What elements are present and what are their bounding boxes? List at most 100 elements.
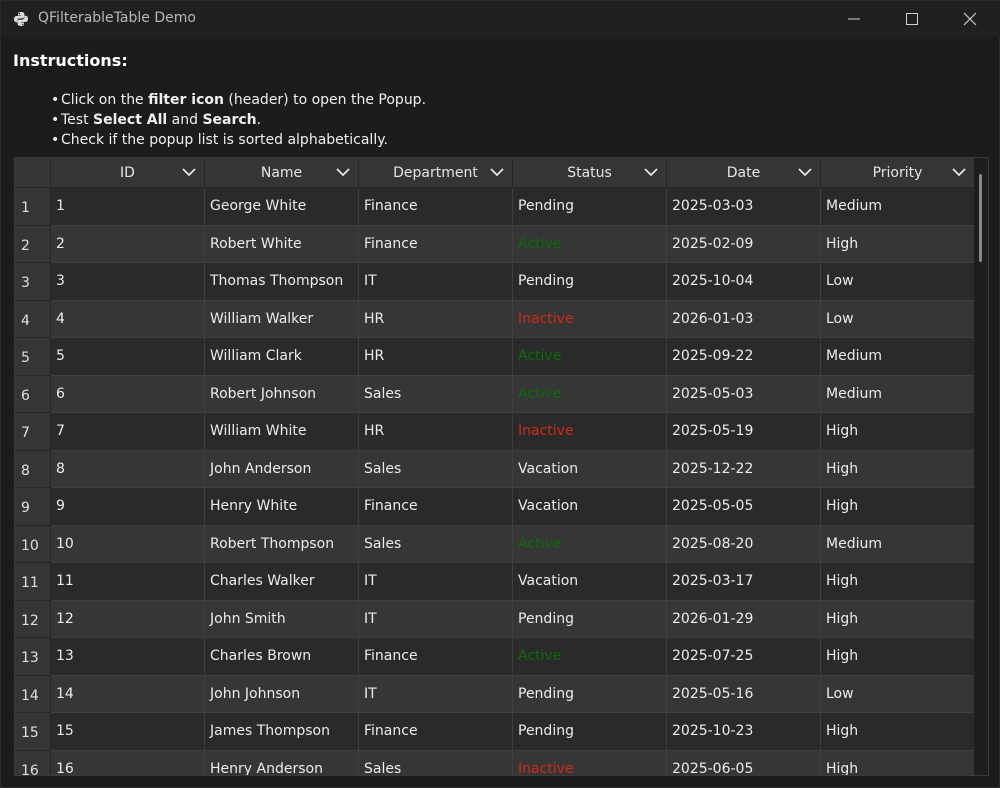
table-cell-dept[interactable]: Finance — [359, 488, 513, 526]
table-cell-id[interactable]: 9 — [51, 488, 205, 526]
row-header[interactable]: 16 — [15, 750, 51, 775]
table-cell-priority[interactable]: High — [821, 450, 975, 488]
table-row[interactable]: 15 15 James Thompson Finance Pending 2025-10-… — [15, 713, 975, 751]
table-row[interactable]: 4 4 William Walker HR Inactive 2026-01-03 Low — [15, 300, 975, 338]
table-cell-id[interactable]: 16 — [51, 750, 205, 775]
scrollbar-thumb[interactable] — [979, 174, 982, 262]
table-cell-status[interactable]: Pending — [513, 600, 667, 638]
table-cell-priority[interactable]: Low — [821, 300, 975, 338]
table-cell-date[interactable]: 2025-02-09 — [667, 225, 821, 263]
table-cell-id[interactable]: 5 — [51, 338, 205, 376]
table-cell-status[interactable]: Active — [513, 338, 667, 376]
table-row[interactable]: 11 11 Charles Walker IT Vacation 2025-03-17 Hi… — [15, 563, 975, 601]
row-header[interactable]: 7 — [15, 413, 51, 451]
table-cell-dept[interactable]: IT — [359, 600, 513, 638]
table-cell-id[interactable]: 10 — [51, 525, 205, 563]
table-cell-status[interactable]: Pending — [513, 675, 667, 713]
table-row[interactable]: 5 5 William Clark HR Active 2025-09-22 Medium — [15, 338, 975, 376]
table-cell-date[interactable]: 2025-10-04 — [667, 263, 821, 301]
filter-chevron-down-icon[interactable] — [182, 167, 196, 177]
table-cell-dept[interactable]: IT — [359, 263, 513, 301]
table-cell-id[interactable]: 6 — [51, 375, 205, 413]
table-cell-date[interactable]: 2025-09-22 — [667, 338, 821, 376]
row-header[interactable]: 5 — [15, 338, 51, 376]
table-row[interactable]: 16 16 Henry Anderson Sales Inactive 2025-06-0… — [15, 750, 975, 775]
row-header[interactable]: 15 — [15, 713, 51, 751]
table-cell-id[interactable]: 7 — [51, 413, 205, 451]
table-cell-dept[interactable]: Sales — [359, 525, 513, 563]
row-header[interactable]: 9 — [15, 488, 51, 526]
table-cell-date[interactable]: 2025-05-16 — [667, 675, 821, 713]
table-cell-priority[interactable]: High — [821, 600, 975, 638]
table-cell-priority[interactable]: High — [821, 413, 975, 451]
row-header[interactable]: 10 — [15, 525, 51, 563]
table-cell-dept[interactable]: Sales — [359, 375, 513, 413]
minimize-button[interactable] — [831, 1, 877, 37]
table-cell-dept[interactable]: Finance — [359, 638, 513, 676]
table-cell-dept[interactable]: Sales — [359, 450, 513, 488]
row-header[interactable]: 2 — [15, 225, 51, 263]
table-cell-dept[interactable]: HR — [359, 300, 513, 338]
table-cell-priority[interactable]: Medium — [821, 188, 975, 226]
priority-column-header[interactable]: Priority — [821, 158, 975, 188]
table-cell-status[interactable]: Pending — [513, 263, 667, 301]
table-row[interactable]: 7 7 William White HR Inactive 2025-05-19 High — [15, 413, 975, 451]
table-cell-id[interactable]: 3 — [51, 263, 205, 301]
table-cell-name[interactable]: John Smith — [205, 600, 359, 638]
department-column-header[interactable]: Department — [359, 158, 513, 188]
table-cell-date[interactable]: 2025-08-20 — [667, 525, 821, 563]
table-row[interactable]: 14 14 John Johnson IT Pending 2025-05-16 Low — [15, 675, 975, 713]
row-header[interactable]: 12 — [15, 600, 51, 638]
table-cell-name[interactable]: Charles Brown — [205, 638, 359, 676]
row-header[interactable]: 3 — [15, 263, 51, 301]
table-row[interactable]: 1 1 George White Finance Pending 2025-03-03 Me… — [15, 188, 975, 226]
table-row[interactable]: 8 8 John Anderson Sales Vacation 2025-12-22 Hi… — [15, 450, 975, 488]
filterable-table[interactable]: ID Name Department Status Date Priority 1 1 Geo… — [14, 157, 989, 776]
table-cell-dept[interactable]: HR — [359, 413, 513, 451]
table-row[interactable]: 9 9 Henry White Finance Vacation 2025-05-05 Hi… — [15, 488, 975, 526]
table-cell-priority[interactable]: Low — [821, 263, 975, 301]
table-cell-priority[interactable]: Medium — [821, 338, 975, 376]
table-cell-name[interactable]: William Walker — [205, 300, 359, 338]
table-cell-id[interactable]: 8 — [51, 450, 205, 488]
table-cell-id[interactable]: 4 — [51, 300, 205, 338]
table-cell-date[interactable]: 2025-07-25 — [667, 638, 821, 676]
table-cell-status[interactable]: Pending — [513, 188, 667, 226]
title-bar[interactable]: QFilterableTable Demo — [1, 1, 1000, 37]
date-column-header[interactable]: Date — [667, 158, 821, 188]
table-cell-priority[interactable]: High — [821, 225, 975, 263]
table-cell-name[interactable]: Thomas Thompson — [205, 263, 359, 301]
table-cell-date[interactable]: 2025-03-17 — [667, 563, 821, 601]
table-cell-priority[interactable]: Medium — [821, 375, 975, 413]
table-cell-status[interactable]: Active — [513, 225, 667, 263]
table-cell-date[interactable]: 2025-10-23 — [667, 713, 821, 751]
row-header[interactable]: 1 — [15, 188, 51, 226]
table-cell-priority[interactable]: Medium — [821, 525, 975, 563]
row-header[interactable]: 4 — [15, 300, 51, 338]
table-cell-id[interactable]: 12 — [51, 600, 205, 638]
table-cell-name[interactable]: Charles Walker — [205, 563, 359, 601]
table-cell-priority[interactable]: High — [821, 488, 975, 526]
table-row[interactable]: 2 2 Robert White Finance Active 2025-02-09 Hig… — [15, 225, 975, 263]
filter-chevron-down-icon[interactable] — [798, 167, 812, 177]
table-cell-date[interactable]: 2025-03-03 — [667, 188, 821, 226]
table-cell-date[interactable]: 2025-05-03 — [667, 375, 821, 413]
table-cell-id[interactable]: 13 — [51, 638, 205, 676]
table-cell-status[interactable]: Inactive — [513, 750, 667, 775]
table-cell-id[interactable]: 14 — [51, 675, 205, 713]
table-cell-date[interactable]: 2025-06-05 — [667, 750, 821, 775]
table-cell-status[interactable]: Vacation — [513, 450, 667, 488]
row-header[interactable]: 8 — [15, 450, 51, 488]
status-column-header[interactable]: Status — [513, 158, 667, 188]
table-cell-id[interactable]: 1 — [51, 188, 205, 226]
table-row[interactable]: 6 6 Robert Johnson Sales Active 2025-05-03 Med… — [15, 375, 975, 413]
table-cell-dept[interactable]: Finance — [359, 188, 513, 226]
table-cell-status[interactable]: Inactive — [513, 300, 667, 338]
table-row[interactable]: 12 12 John Smith IT Pending 2026-01-29 High — [15, 600, 975, 638]
row-header[interactable]: 11 — [15, 563, 51, 601]
filter-chevron-down-icon[interactable] — [336, 167, 350, 177]
table-cell-date[interactable]: 2025-05-05 — [667, 488, 821, 526]
table-cell-status[interactable]: Pending — [513, 713, 667, 751]
table-cell-id[interactable]: 15 — [51, 713, 205, 751]
id-column-header[interactable]: ID — [51, 158, 205, 188]
